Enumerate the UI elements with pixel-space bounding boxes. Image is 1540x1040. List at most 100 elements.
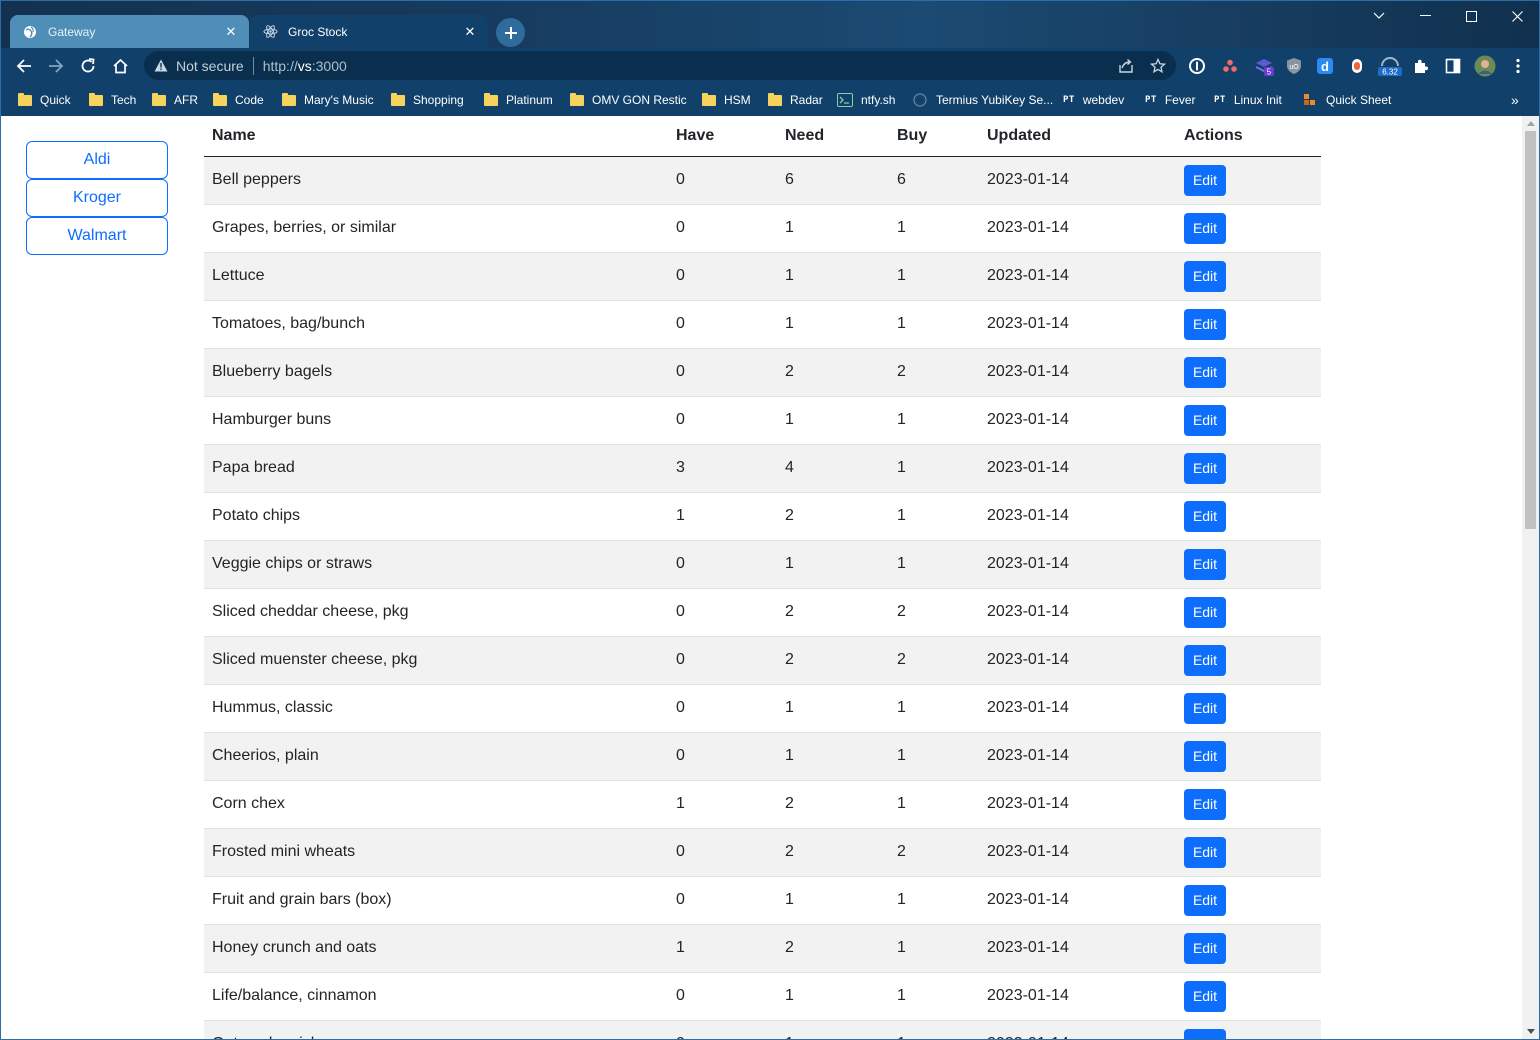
bookmark-omv-gon-restic[interactable]: OMV GON Restic	[570, 90, 687, 110]
address-bar[interactable]: Not secure http://vs:3000	[144, 51, 1176, 80]
scrollbar-thumb[interactable]	[1525, 131, 1536, 529]
bookmark-shopping[interactable]: Shopping	[391, 90, 464, 110]
cell-actions: Edit	[1176, 396, 1321, 445]
edit-button[interactable]: Edit	[1184, 548, 1226, 580]
bookmark-webdev[interactable]: PT webdev	[1063, 90, 1124, 110]
bookmark-platinum[interactable]: Platinum	[484, 90, 553, 110]
bookmark-termius[interactable]: Termius YubiKey Se...	[912, 90, 1053, 110]
cell-actions: Edit	[1176, 492, 1321, 541]
back-button[interactable]	[10, 52, 38, 80]
asana-icon[interactable]	[1218, 54, 1242, 78]
d-icon[interactable]: d	[1313, 54, 1337, 78]
svg-text:d: d	[1321, 59, 1329, 74]
table-row: Fruit and grain bars (box) 0 1 1 2023-01-14 E…	[204, 876, 1321, 925]
tab-gateway[interactable]: Gateway ✕	[10, 15, 249, 48]
tab-title: Groc Stock	[288, 24, 348, 39]
cell-need: 2	[777, 780, 889, 829]
speed-icon[interactable]: 6.32	[1376, 54, 1404, 78]
table-row: Hummus, classic 0 1 1 2023-01-14 Edit	[204, 684, 1321, 733]
security-label[interactable]: Not secure	[176, 58, 244, 74]
bookmark-quick-sheet[interactable]: Quick Sheet	[1302, 90, 1391, 110]
close-icon[interactable]: ✕	[223, 24, 239, 40]
store-button-kroger[interactable]: Kroger	[26, 179, 168, 217]
cell-need: 2	[777, 492, 889, 541]
bookmark-radar[interactable]: Radar	[768, 90, 823, 110]
edit-button[interactable]: Edit	[1184, 644, 1226, 676]
warning-icon[interactable]	[154, 59, 168, 72]
close-icon[interactable]: ✕	[462, 24, 478, 40]
cell-buy: 2	[889, 348, 979, 397]
column-header-have: Have	[668, 116, 777, 157]
edit-button[interactable]: Edit	[1184, 884, 1226, 916]
stack-icon[interactable]: 5	[1252, 54, 1276, 78]
1password-icon[interactable]	[1185, 54, 1209, 78]
tab-search-button[interactable]	[1356, 1, 1402, 31]
bookmark-afr[interactable]: AFR	[152, 90, 198, 110]
bookmark-ntfy[interactable]: ntfy.sh	[837, 90, 895, 110]
edit-button[interactable]: Edit	[1184, 164, 1226, 196]
edit-button[interactable]: Edit	[1184, 452, 1226, 484]
table-row: Blueberry bagels 0 2 2 2023-01-14 Edit	[204, 348, 1321, 397]
bookmark-tech[interactable]: Tech	[89, 90, 136, 110]
cell-updated: 2023-01-14	[979, 780, 1176, 829]
cell-need: 1	[777, 1020, 889, 1039]
cell-need: 1	[777, 252, 889, 301]
home-button[interactable]	[106, 52, 134, 80]
scroll-up-icon[interactable]	[1522, 116, 1539, 131]
kebab-menu-icon[interactable]	[1506, 54, 1530, 78]
cell-actions: Edit	[1176, 972, 1321, 1021]
reload-button[interactable]	[74, 52, 102, 80]
bookmark-label: Platinum	[506, 93, 553, 107]
edit-button[interactable]: Edit	[1184, 212, 1226, 244]
pt-icon: PT	[1214, 95, 1226, 105]
cell-have: 0	[668, 204, 777, 253]
ublock-icon[interactable]: uO	[1282, 54, 1306, 78]
scroll-down-icon[interactable]	[1522, 1024, 1539, 1039]
cell-buy: 2	[889, 828, 979, 877]
edit-button[interactable]: Edit	[1184, 836, 1226, 868]
profile-avatar[interactable]	[1473, 54, 1497, 78]
store-button-aldi[interactable]: Aldi	[26, 141, 168, 179]
edit-button[interactable]: Edit	[1184, 308, 1226, 340]
table-row: Potato chips 1 2 1 2023-01-14 Edit	[204, 492, 1321, 541]
edit-button[interactable]: Edit	[1184, 500, 1226, 532]
edit-button[interactable]: Edit	[1184, 980, 1226, 1012]
cell-actions: Edit	[1176, 780, 1321, 829]
edit-button[interactable]: Edit	[1184, 260, 1226, 292]
vertical-scrollbar[interactable]	[1522, 116, 1539, 1039]
cell-updated: 2023-01-14	[979, 1020, 1176, 1039]
sidepanel-icon[interactable]	[1441, 54, 1465, 78]
bookmark-hsm[interactable]: HSM	[702, 90, 751, 110]
puzzle-icon[interactable]	[1409, 54, 1433, 78]
more-bookmarks-button[interactable]: »	[1511, 90, 1519, 110]
edit-button[interactable]: Edit	[1184, 1028, 1226, 1039]
tampermonkey-icon[interactable]	[1345, 54, 1369, 78]
share-icon[interactable]	[1114, 54, 1138, 78]
edit-button[interactable]: Edit	[1184, 788, 1226, 820]
bookmarks-bar: Quick Tech AFR Code Mary's Music Shoppin…	[0, 84, 1540, 116]
bookmark-quick[interactable]: Quick	[18, 90, 71, 110]
stock-table-body: Bell peppers 0 6 6 2023-01-14 Edit Grapes, ber…	[204, 156, 1321, 1039]
edit-button[interactable]: Edit	[1184, 692, 1226, 724]
bookmark-code[interactable]: Code	[213, 90, 264, 110]
new-tab-button[interactable]	[496, 18, 525, 47]
edit-button[interactable]: Edit	[1184, 740, 1226, 772]
edit-button[interactable]: Edit	[1184, 596, 1226, 628]
arrow-right-icon	[49, 59, 64, 73]
bookmark-linux-init[interactable]: PT Linux Init	[1214, 90, 1282, 110]
forward-button[interactable]	[42, 52, 70, 80]
tab-groc-stock[interactable]: Groc Stock ✕	[250, 15, 488, 48]
bookmark-marys-music[interactable]: Mary's Music	[282, 90, 374, 110]
bookmark-fever[interactable]: PT Fever	[1145, 90, 1196, 110]
store-button-walmart[interactable]: Walmart	[26, 217, 168, 255]
home-icon	[112, 58, 128, 74]
edit-button[interactable]: Edit	[1184, 356, 1226, 388]
star-icon[interactable]	[1146, 54, 1170, 78]
edit-button[interactable]: Edit	[1184, 932, 1226, 964]
edit-button[interactable]: Edit	[1184, 404, 1226, 436]
bookmark-label: ntfy.sh	[861, 93, 896, 107]
cell-name: Lettuce	[204, 252, 668, 301]
minimize-button[interactable]	[1402, 1, 1448, 31]
maximize-button[interactable]	[1448, 1, 1494, 31]
close-window-button[interactable]	[1494, 1, 1540, 31]
